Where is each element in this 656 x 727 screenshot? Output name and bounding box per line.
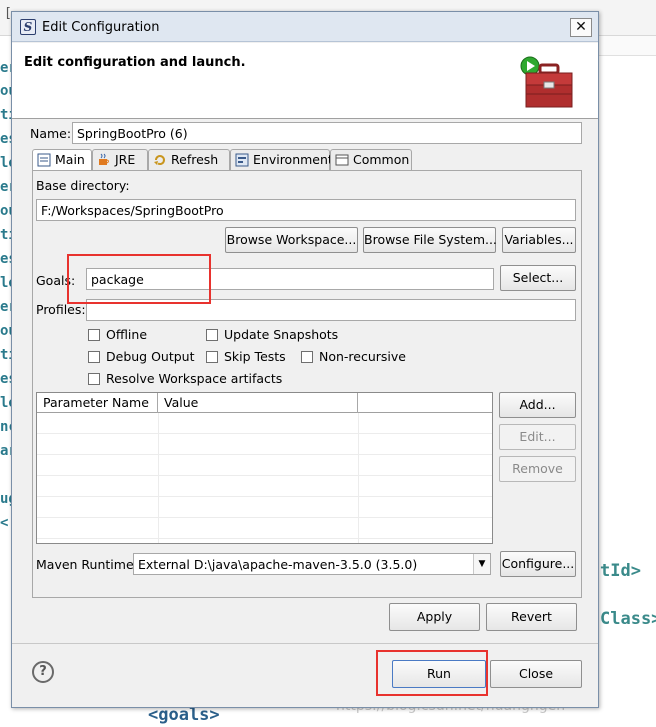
tab-refresh[interactable]: Refresh (148, 149, 230, 171)
offline-label: Offline (106, 327, 148, 342)
maven-runtime-label: Maven Runtime: (36, 557, 138, 572)
table-row (37, 455, 492, 476)
table-row (37, 413, 492, 434)
column-header-value[interactable]: Value (158, 393, 358, 413)
close-button[interactable]: Close (490, 660, 582, 688)
skip-tests-label: Skip Tests (224, 349, 286, 364)
tab-refresh-label: Refresh (171, 152, 219, 167)
environment-tab-icon (235, 153, 249, 167)
xml-fragment-goals: <goals> (148, 705, 220, 725)
code-fragment: < (0, 515, 9, 531)
tab-main-label: Main (55, 152, 85, 167)
remove-parameter-button[interactable]: Remove (499, 456, 576, 482)
update-snapshots-label: Update Snapshots (224, 327, 339, 342)
parameter-table-header: Parameter Name Value (37, 393, 492, 413)
refresh-tab-icon (154, 155, 165, 166)
dialog-titlebar[interactable]: S Edit Configuration ✕ (12, 12, 598, 42)
edit-parameter-button[interactable]: Edit... (499, 424, 576, 450)
resolve-workspace-label: Resolve Workspace artifacts (106, 371, 283, 386)
tab-environment-label: Environment (253, 152, 333, 167)
table-row (37, 434, 492, 455)
configure-runtime-button[interactable]: Configure... (500, 551, 576, 577)
close-window-button[interactable]: ✕ (570, 18, 592, 37)
revert-button[interactable]: Revert (486, 603, 577, 631)
main-tab-icon (37, 153, 51, 167)
footer-separator (12, 643, 598, 644)
banner-title: Edit configuration and launch. (24, 55, 246, 70)
editor-ruler-strip (598, 36, 656, 56)
tab-environment[interactable]: Environment (230, 149, 333, 171)
xml-fragment-mainclass: Class> (600, 609, 656, 629)
table-row (37, 476, 492, 497)
app-logo-icon: S (20, 19, 36, 35)
help-icon[interactable]: ? (32, 661, 54, 683)
update-snapshots-checkbox[interactable]: Update Snapshots (206, 327, 338, 342)
base-directory-field[interactable]: F:/Workspaces/SpringBootPro (36, 199, 576, 221)
highlight-goals (67, 254, 211, 304)
column-header-parameter-name[interactable]: Parameter Name (37, 393, 158, 413)
table-row (37, 497, 492, 518)
toolbox-run-icon (520, 56, 573, 108)
select-goals-button[interactable]: Select... (500, 265, 576, 291)
highlight-run (376, 650, 488, 696)
tab-jre-label: JRE (115, 152, 136, 167)
resolve-workspace-checkbox[interactable]: Resolve Workspace artifacts (88, 371, 282, 386)
common-tab-icon (335, 154, 349, 166)
offline-checkbox[interactable]: Offline (88, 327, 147, 342)
browse-file-system-button[interactable]: Browse File System... (363, 227, 497, 253)
maven-runtime-select[interactable]: External D:\java\apache-maven-3.5.0 (3.5… (133, 553, 491, 575)
maven-runtime-value: External D:\java\apache-maven-3.5.0 (3.5… (138, 557, 418, 572)
tab-main[interactable]: Main (32, 149, 92, 172)
parameter-table[interactable]: Parameter Name Value (36, 392, 493, 544)
non-recursive-label: Non-recursive (319, 349, 406, 364)
profiles-label: Profiles: (36, 302, 86, 317)
debug-output-label: Debug Output (106, 349, 195, 364)
edit-configuration-dialog: S Edit Configuration ✕ Edit configuratio… (11, 11, 599, 708)
dropdown-arrow-icon[interactable]: ▼ (473, 554, 490, 574)
non-recursive-checkbox[interactable]: Non-recursive (301, 349, 406, 364)
dialog-title: Edit Configuration (42, 20, 160, 35)
xml-fragment-artifactid: tId> (600, 561, 641, 581)
name-field[interactable]: SpringBootPro (6) (72, 122, 582, 144)
name-label: Name: (30, 126, 72, 141)
dialog-banner: Edit configuration and launch. (12, 43, 598, 119)
browse-workspace-button[interactable]: Browse Workspace... (225, 227, 358, 253)
tab-common-label: Common (353, 152, 410, 167)
add-parameter-button[interactable]: Add... (499, 392, 576, 418)
apply-button[interactable]: Apply (389, 603, 480, 631)
skip-tests-checkbox[interactable]: Skip Tests (206, 349, 286, 364)
table-row (37, 518, 492, 539)
tab-common[interactable]: Common (330, 149, 412, 171)
debug-output-checkbox[interactable]: Debug Output (88, 349, 195, 364)
base-directory-label: Base directory: (36, 178, 130, 193)
tab-jre[interactable]: JRE (92, 149, 148, 171)
jre-tab-icon (99, 153, 109, 165)
variables-button[interactable]: Variables... (502, 227, 576, 253)
column-header-extra (358, 393, 492, 413)
